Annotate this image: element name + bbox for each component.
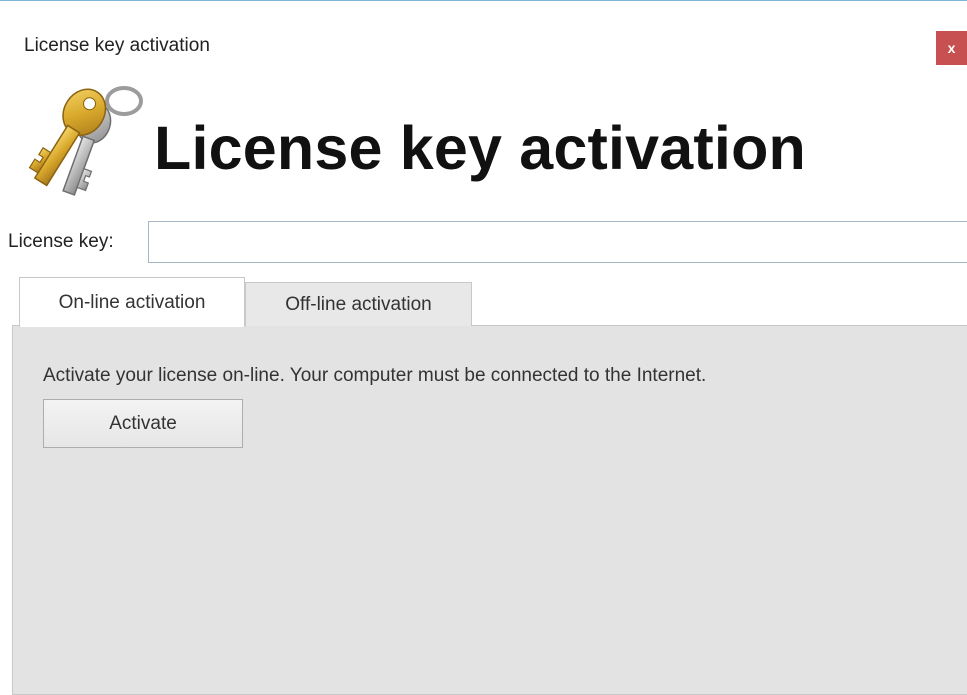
license-key-label: License key: (8, 231, 114, 252)
activate-button-label: Activate (109, 412, 177, 434)
tab-offline-activation[interactable]: Off-line activation (245, 282, 472, 326)
window-title: License key activation (24, 35, 210, 56)
online-activation-description: Activate your license on-line. Your comp… (43, 365, 707, 386)
page-title: License key activation (154, 114, 806, 182)
activate-button[interactable]: Activate (43, 399, 243, 448)
tab-online-activation[interactable]: On-line activation (19, 277, 245, 327)
close-button[interactable]: x (936, 31, 967, 65)
tab-online-activation-label: On-line activation (58, 291, 206, 313)
tab-offline-activation-label: Off-line activation (285, 293, 432, 315)
keys-icon (28, 86, 143, 196)
activation-window: License key activation x License key act… (0, 0, 967, 695)
license-key-input[interactable] (148, 221, 967, 263)
close-icon: x (947, 40, 956, 56)
